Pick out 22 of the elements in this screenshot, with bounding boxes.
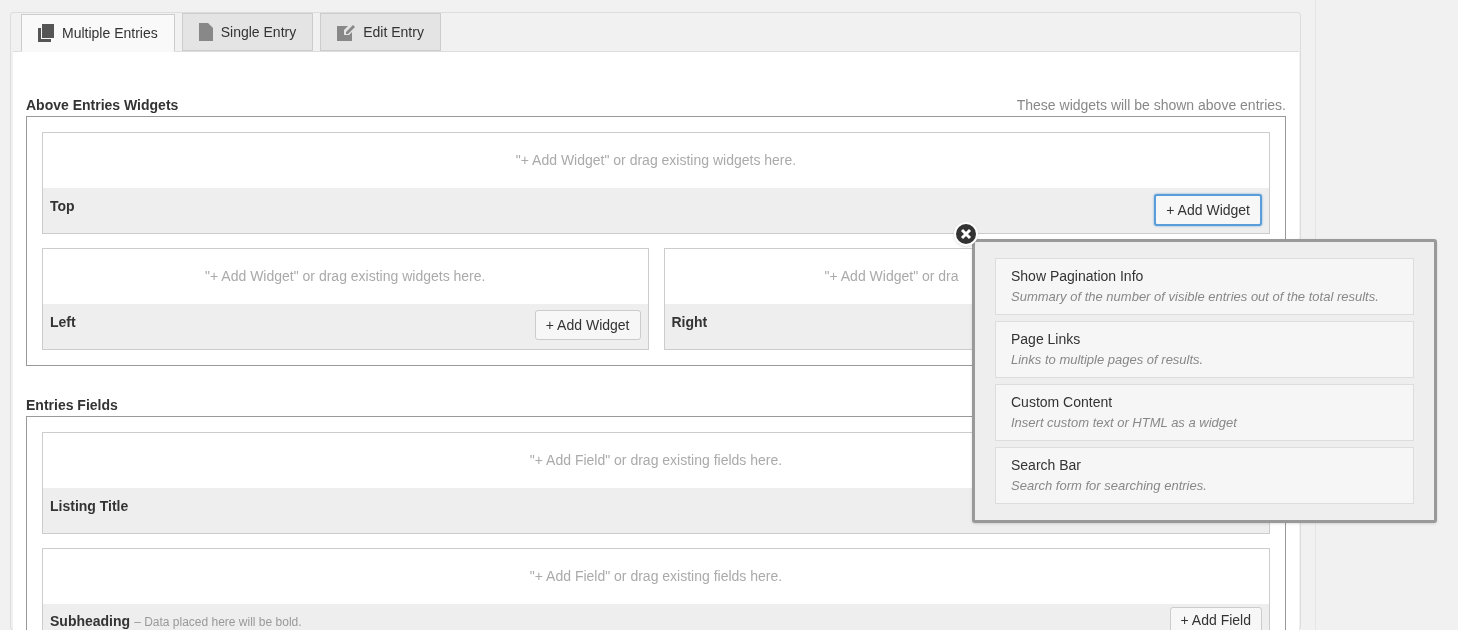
zone-note: – Data placed here will be bold. xyxy=(134,614,302,630)
drop-zone-hint: "+ Add Widget" or drag existing widgets here. xyxy=(515,151,797,170)
zone-label: Subheading xyxy=(50,612,131,630)
zone-label: Top xyxy=(50,197,75,216)
widget-option-description: Summary of the number of visible entries out of the total results. xyxy=(1011,288,1380,306)
drop-zone-hint: "+ Add Widget" or dra xyxy=(824,267,959,286)
drop-zone-hint: "+ Add Field" or drag existing fields here. xyxy=(529,567,783,586)
widget-option-description: Search form for searching entries. xyxy=(1011,477,1208,495)
widget-option-description: Insert custom text or HTML as a widget xyxy=(1011,414,1239,432)
section-hint: These widgets will be shown above entries. xyxy=(1016,96,1286,115)
drop-zone-hint: "+ Add Field" or drag existing fields here. xyxy=(529,451,783,470)
widget-option-title: Custom Content xyxy=(1011,393,1114,412)
widget-option-title: Show Pagination Info xyxy=(1011,267,1145,286)
zone-label: Right xyxy=(671,313,708,332)
zone-label: Left xyxy=(50,313,76,332)
widget-option-description: Links to multiple pages of results. xyxy=(1011,351,1205,369)
widget-option-title: Search Bar xyxy=(1011,456,1083,475)
section-title: Above Entries Widgets xyxy=(26,96,179,115)
zone-label: Listing Title xyxy=(50,497,129,516)
drop-zone-hint: "+ Add Widget" or drag existing widgets here. xyxy=(205,267,486,286)
widget-option-title: Page Links xyxy=(1011,330,1082,349)
section-title: Entries Fields xyxy=(26,396,118,415)
